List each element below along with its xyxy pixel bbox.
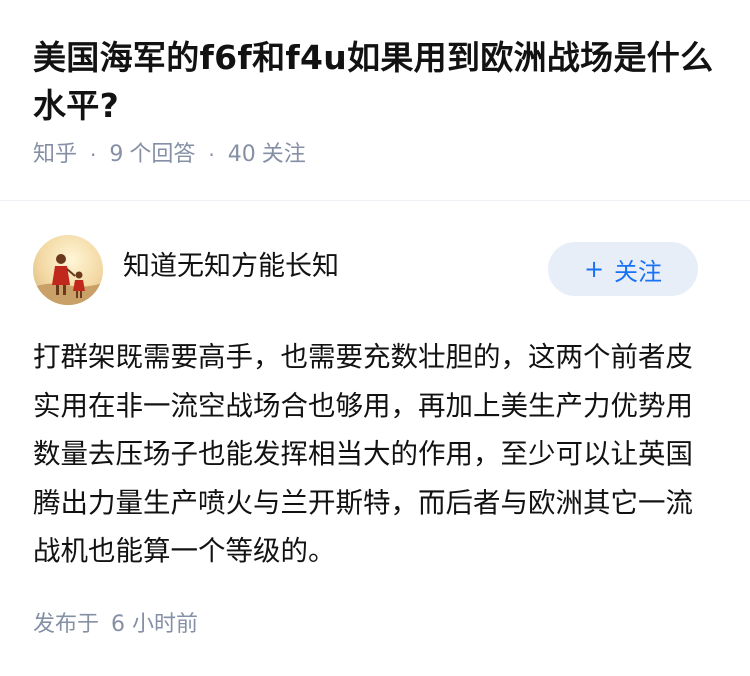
follower-count: 40 xyxy=(227,142,256,167)
follow-button[interactable]: + 关注 xyxy=(548,242,698,296)
question-header: 美国海军的f6f和f4u如果用到欧洲战场是什么水平? 知乎 · 9 个回答 · … xyxy=(33,34,723,170)
author-row: 知道无知方能长知 + 关注 xyxy=(33,235,698,307)
answer-count: 9 xyxy=(109,142,124,167)
avatar-image xyxy=(33,235,103,305)
follower-count-label: 关注 xyxy=(261,142,306,167)
plus-icon: + xyxy=(583,255,605,283)
answer-footer: 发布于 6 小时前 xyxy=(33,609,198,641)
follow-button-label: 关注 xyxy=(614,257,663,286)
published-label: 发布于 xyxy=(33,612,100,637)
author-name[interactable]: 知道无知方能长知 xyxy=(123,249,339,285)
question-meta: 知乎 · 9 个回答 · 40 关注 xyxy=(33,140,723,170)
answer-content[interactable]: 打群架既需要高手，也需要充数壮胆的，这两个前者皮实用在非一流空战场合也够用，再加… xyxy=(33,333,703,576)
meta-separator: · xyxy=(90,143,97,167)
question-title[interactable]: 美国海军的f6f和f4u如果用到欧洲战场是什么水平? xyxy=(33,34,723,130)
source-label[interactable]: 知乎 xyxy=(33,140,77,170)
published-time: 6 小时前 xyxy=(111,612,199,637)
answer-count-label: 个回答 xyxy=(129,142,196,167)
avatar[interactable] xyxy=(33,235,103,305)
section-divider xyxy=(0,200,750,201)
meta-separator: · xyxy=(208,143,215,167)
answer-page: 美国海军的f6f和f4u如果用到欧洲战场是什么水平? 知乎 · 9 个回答 · … xyxy=(0,0,750,676)
